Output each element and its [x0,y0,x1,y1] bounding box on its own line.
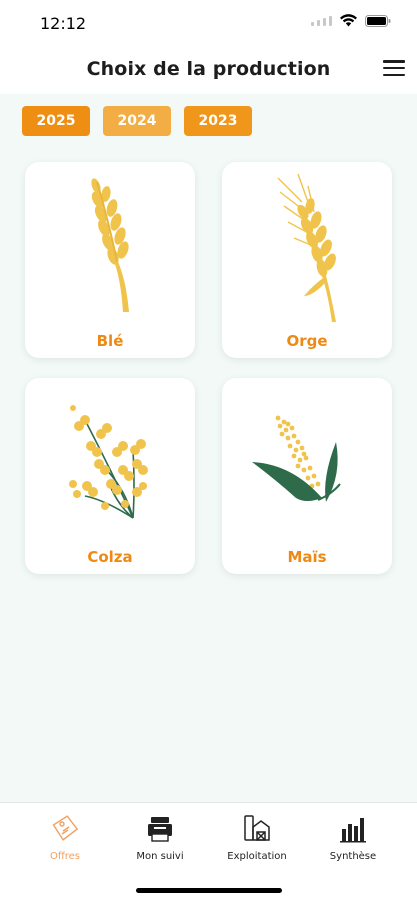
nav-item-synthese[interactable]: Synthèse [303,813,403,862]
nav-label: Mon suivi [136,851,184,862]
offers-tag-icon [52,815,79,841]
battery-icon [365,14,391,27]
nav-label: Offres [49,851,80,862]
year-tab-2023[interactable]: 2023 [184,106,252,136]
hamburger-menu-icon[interactable] [383,57,405,79]
crop-card-orge[interactable]: Orge [222,162,392,358]
nav-label: Synthèse [329,851,377,862]
wheat-icon [91,178,129,312]
main-content: 2025 2024 2023 Blé Orge Colza Maïs [0,94,417,802]
tracking-icon [148,817,172,842]
summary-chart-icon [340,818,366,843]
crop-label: Colza [87,548,133,566]
app-screen: 12:12 Choix de la production 2025 2024 2… [0,0,417,900]
crop-card-ble[interactable]: Blé [25,162,195,358]
wifi-icon [340,14,357,27]
crop-label: Blé [96,332,124,350]
bottom-nav: Offres Mon suivi Exploitation Synthèse [0,802,417,900]
nav-item-offres[interactable]: Offres [15,813,115,862]
crop-label: Orge [286,332,328,350]
home-indicator [136,888,282,893]
rapeseed-icon [69,405,148,519]
cellular-signal-icon [311,15,332,26]
year-tab-2024[interactable]: 2024 [103,106,171,136]
year-tab-2025[interactable]: 2025 [22,106,90,136]
crop-label: Maïs [287,548,327,566]
nav-item-mon-suivi[interactable]: Mon suivi [110,813,210,862]
year-tabs: 2025 2024 2023 [22,106,252,136]
status-icons [311,14,391,27]
corn-icon [252,415,341,502]
nav-item-exploitation[interactable]: Exploitation [207,813,307,862]
crop-card-mais[interactable]: Maïs [222,378,392,574]
page-title: Choix de la production [86,58,331,80]
crop-card-colza[interactable]: Colza [25,378,195,574]
barley-icon [277,173,336,322]
farm-building-icon [244,815,270,841]
status-bar: 12:12 [0,0,417,46]
app-header: Choix de la production [0,46,417,94]
nav-label: Exploitation [227,851,287,862]
status-time: 12:12 [40,14,87,33]
